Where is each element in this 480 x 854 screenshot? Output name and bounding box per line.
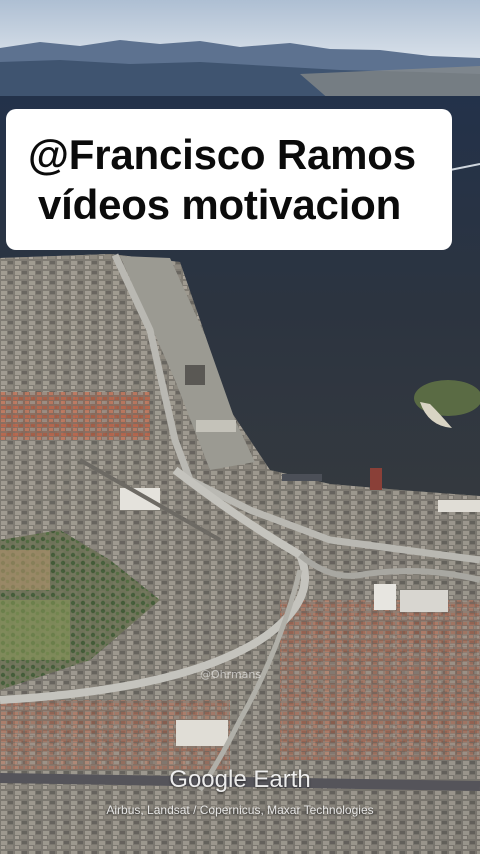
caption-line-subtitle: vídeos motivacion — [38, 180, 402, 228]
handle-watermark: @Ohrmans — [200, 668, 262, 681]
caption-box: @Francisco Ramos vídeos motivacion — [6, 109, 452, 250]
caption-line-handle: @Francisco Ramos — [28, 130, 416, 178]
google-earth-logo: Google Earth — [169, 766, 311, 793]
imagery-credits: Airbus, Landsat / Copernicus, Maxar Tech… — [106, 803, 374, 817]
video-frame: @Francisco Ramos vídeos motivacion @Ohrm… — [0, 0, 480, 854]
